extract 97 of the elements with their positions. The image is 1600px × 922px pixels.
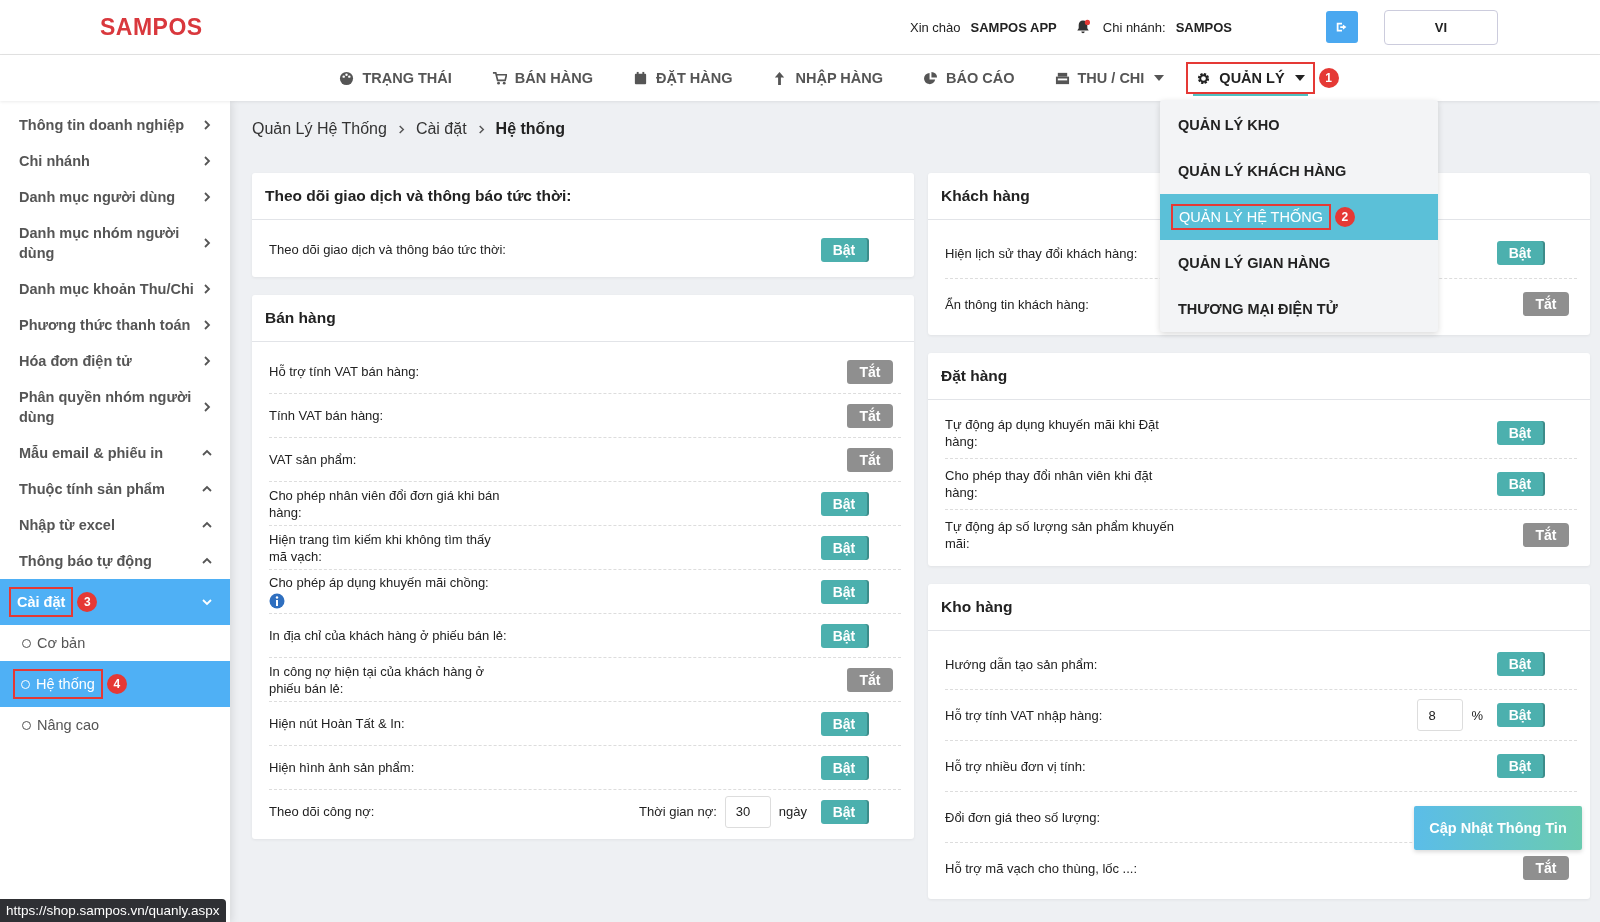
nav-tab[interactable]: QUẢN LÝ [1186,62,1315,94]
sidebar-item[interactable]: Cài đặt 3 [0,579,230,625]
setting-label: Hướng dẫn tạo sản phẩm: [945,655,1098,673]
language-button[interactable]: VI [1384,9,1498,45]
setting-label: Cho phép nhân viên đổi đơn giá khi bán hàng: [269,486,501,521]
sidebar-item[interactable]: Danh mục người dùng [0,179,230,215]
branch-name: SAMPOS [1175,19,1232,35]
card-title: Bán hàng [252,295,914,342]
setting-label: Đổi đơn giá theo số lượng: [945,808,1101,826]
setting-label: Tự động áp dụng khuyến mãi khi Đặt hàng: [945,416,1160,450]
card-title: Theo dõi giao dịch và thông báo tức thời: [252,173,914,220]
chevron-right-icon [202,238,212,248]
sidebar-item[interactable]: Thông báo tự động [0,543,230,579]
logout-button[interactable] [1326,11,1358,43]
sidebar-item[interactable]: Phương thức thanh toán [0,307,230,343]
setting-label: Hỗ trợ tính VAT nhập hàng: [945,706,1103,724]
nav-tab[interactable]: THU / CHI [1036,62,1183,94]
chevron-up-icon [202,556,212,566]
setting-label: Hỗ trợ nhiều đơn vị tính: [945,757,1086,775]
chevron-right-icon [476,124,486,134]
info-icon[interactable] [269,593,285,609]
setting-label: VAT sản phẩm: [269,451,357,468]
number-field[interactable]: 8 [1417,699,1464,731]
logo[interactable]: SAMPOS [100,13,203,41]
nav-tab[interactable]: BÁO CÁO [905,62,1033,94]
chevron-up-icon [202,448,212,458]
sidebar-item[interactable]: Mẫu email & phiếu in [0,435,230,471]
setting-label: Tính VAT bán hàng: [269,407,384,424]
sidebar-item[interactable]: Danh mục nhóm người dùng [0,215,230,271]
menu-item[interactable]: THƯƠNG MẠI ĐIỆN TỬ [1160,286,1438,332]
sidebar-item[interactable]: Nhập từ excel [0,507,230,543]
nav-tab[interactable]: BÁN HÀNG [473,62,611,94]
setting-label: In địa chỉ của khách hàng ở phiếu bán lẻ: [269,627,507,644]
setting-label: Cho phép thay đổi nhân viên khi đặt hàng: [945,467,1154,501]
step-badge: 2 [1334,207,1355,227]
chevron-right-icon [202,284,212,294]
greeting-text: Xin chào [909,19,961,35]
branch-label: Chi nhánh: [1102,19,1166,35]
setting-label: Hiện nút Hoàn Tất & In: [269,715,405,732]
chevron-right-icon [202,120,212,130]
nav-tab[interactable]: NHẬP HÀNG [754,62,901,94]
chevron-right-icon [202,192,212,202]
breadcrumb-item[interactable]: Cài đặt [415,120,467,138]
menu-item[interactable]: QUẢN LÝ HỆ THỐNG 2 [1160,194,1438,240]
chevron-right-icon [202,156,212,166]
sidebar-subitem[interactable]: Cơ bản [0,625,230,661]
chevron-right-icon [202,402,212,412]
setting-label: Hỗ trợ mã vạch cho thùng, lốc ...: [945,859,1138,877]
palette-icon [339,70,355,86]
step-badge: 4 [106,674,127,694]
user-name: SAMPOS APP [970,19,1057,35]
setting-label: Tự động áp số lượng sản phẩm khuyến mãi: [945,518,1175,552]
breadcrumb-item[interactable]: Quản Lý Hệ Thống [252,120,387,138]
chevron-up-icon [202,520,212,530]
cart-icon [491,70,507,86]
step-badge: 1 [1318,68,1339,88]
setting-label: Hiện hình ảnh sản phẩm: [269,759,415,776]
setting-label: Theo dõi công nợ: [269,803,375,820]
card-title: Kho hàng [928,584,1590,631]
status-url: https://shop.sampos.vn/quanly.aspx [0,899,226,922]
bell-icon[interactable] [1074,19,1091,35]
menu-item[interactable]: QUẢN LÝ GIAN HÀNG [1160,240,1438,286]
setting-label: Theo dõi giao dịch và thông báo tức thời: [269,241,506,258]
setting-label: Ẩn thông tin khách hàng: [945,295,1089,313]
setting-label: Hiện lịch sử thay đổi khách hàng: [945,244,1138,262]
breadcrumb-item: Hệ thống [495,120,565,138]
chevron-right-icon [396,124,406,134]
step-badge: 3 [77,592,98,612]
menu-item[interactable]: QUẢN LÝ KHO [1160,102,1438,148]
sidebar-item[interactable]: Thông tin doanh nghiệp [0,107,230,143]
chevron-up-icon [202,484,212,494]
pie-chart-icon [923,70,938,86]
setting-label: In công nợ hiện tại của khách hàng ở phiếu bán lẻ: [269,662,486,697]
logout-icon [1335,20,1349,34]
sidebar-item[interactable]: Chi nhánh [0,143,230,179]
sidebar-item[interactable]: Danh mục khoản Thu/Chi [0,271,230,307]
chevron-down-icon [202,597,212,607]
number-field[interactable]: 30 [724,795,771,828]
chevron-right-icon [202,356,212,366]
nav-tab[interactable]: ĐẶT HÀNG [614,62,751,94]
unit-label: % [1471,707,1483,723]
field-label: Thời gian nợ: [639,804,717,819]
card-title: Đặt hàng [928,353,1590,400]
setting-label: Hỗ trợ tính VAT bán hàng: [269,363,420,380]
gear-icon [1196,70,1212,86]
setting-label: Cho phép áp dụng khuyến mãi chồng: [269,574,489,591]
sidebar-item[interactable]: Phân quyền nhóm người dùng [0,379,230,435]
sidebar-item[interactable]: Hóa đơn điện tử [0,343,230,379]
sidebar-item[interactable]: Thuộc tính sản phẩm [0,471,230,507]
unit-label: ngày [778,804,807,819]
sidebar-subitem[interactable]: Nâng cao [0,707,230,743]
chevron-right-icon [202,320,212,330]
register-icon [1054,70,1070,86]
calendar-icon [632,70,648,86]
sidebar-subitem[interactable]: Hệ thống 4 [0,661,230,707]
setting-label: Hiện trang tìm kiếm khi không tìm thấy mã vạch: [269,530,492,565]
nav-tab[interactable]: TRẠNG THÁI [321,62,470,94]
